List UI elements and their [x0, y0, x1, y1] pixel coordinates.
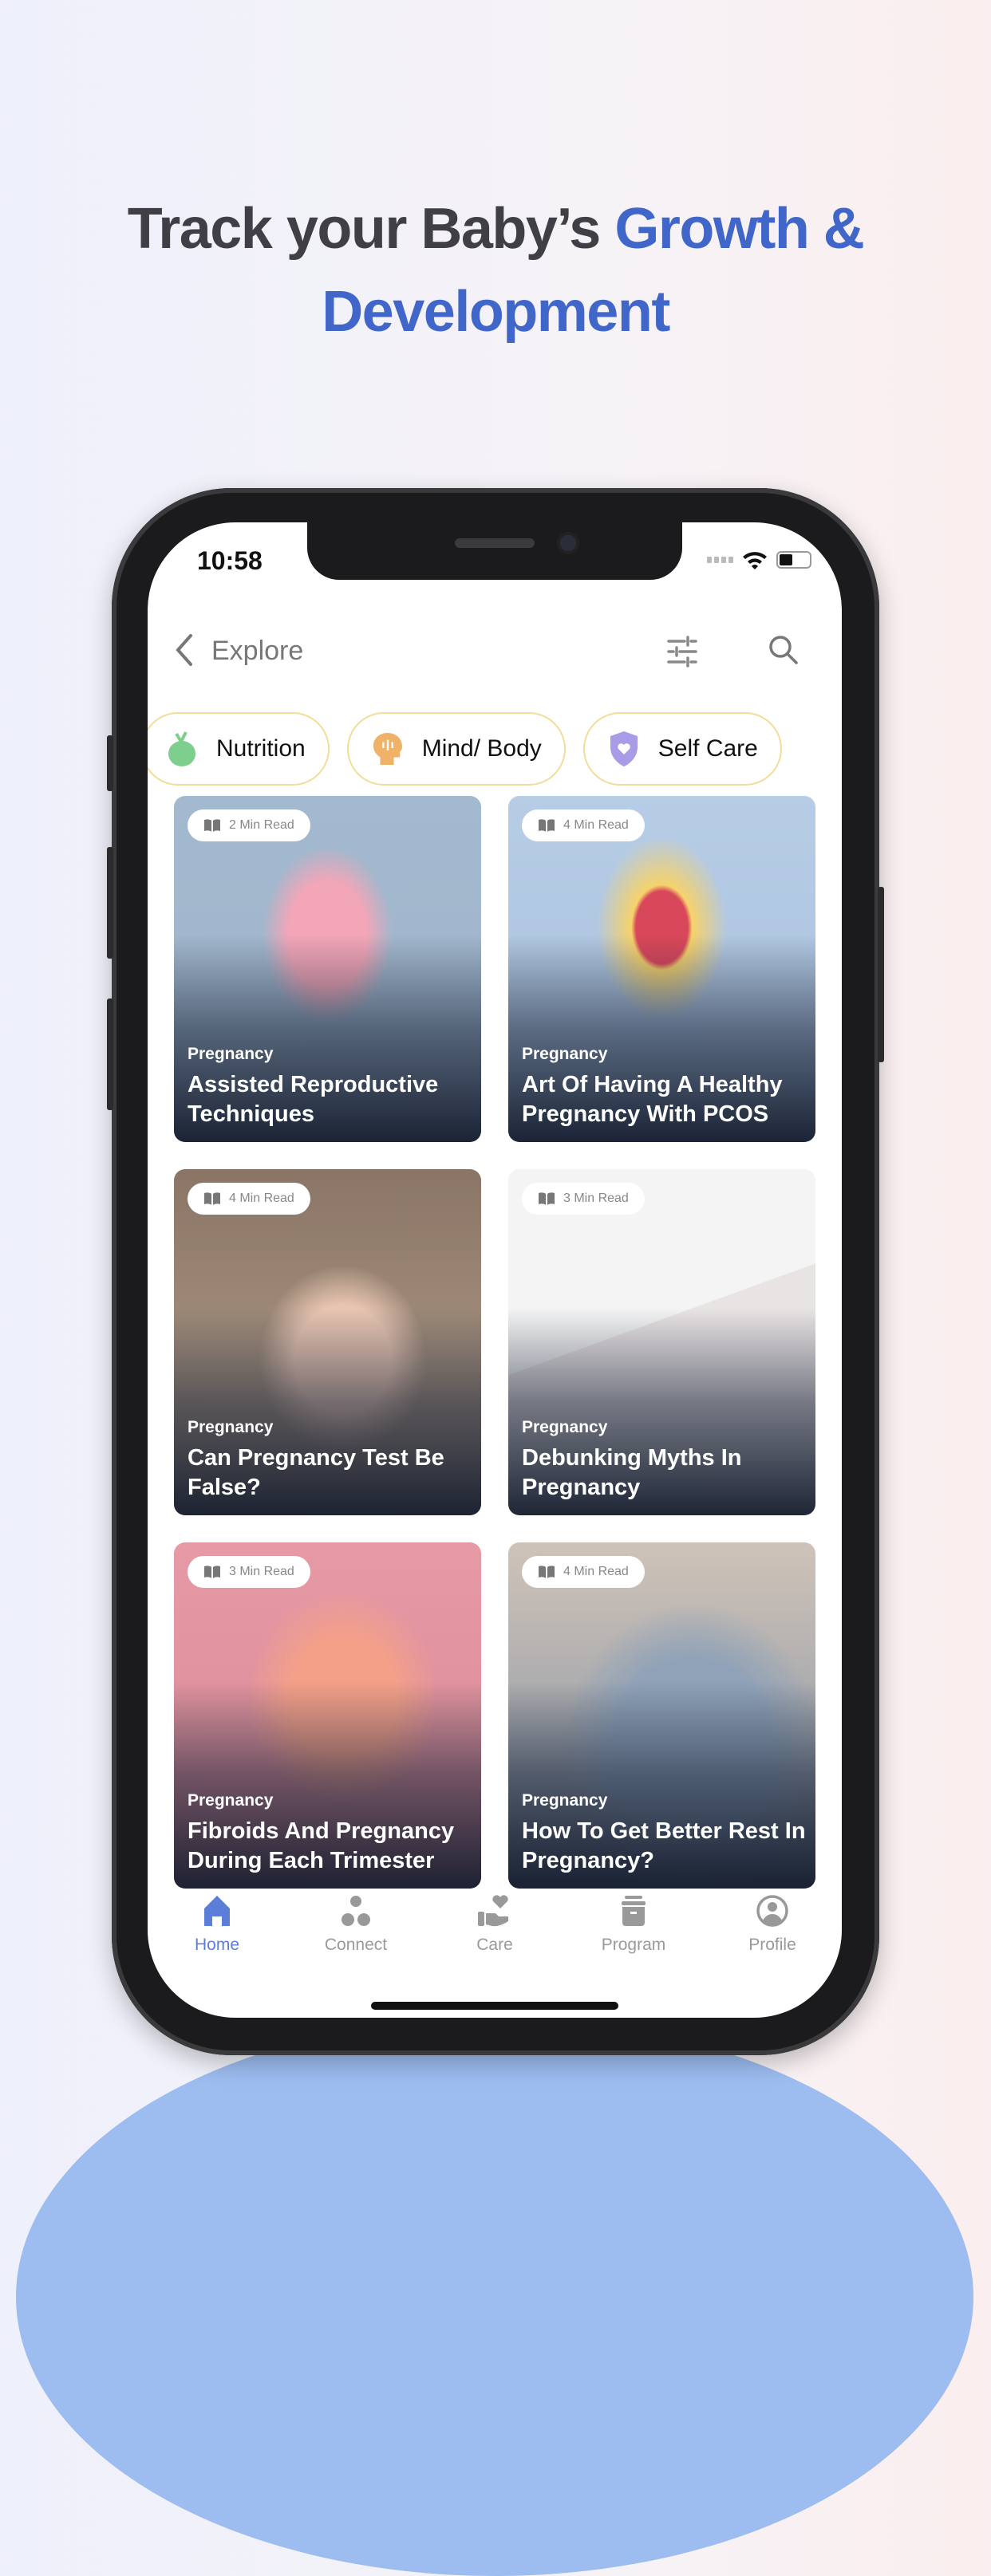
- headline-text: Track your Baby’s: [127, 197, 615, 261]
- book-icon: [539, 819, 555, 832]
- chip-mind-body[interactable]: Mind/ Body: [346, 712, 566, 786]
- article-title: How To Get Better Rest In Pregnancy?: [522, 1818, 806, 1873]
- program-icon: [622, 1896, 646, 1926]
- article-grid: 2 Min Read Pregnancy Assisted Reproducti…: [174, 796, 815, 1889]
- article-card[interactable]: 3 Min Read Pregnancy Fibroids And Pregna…: [174, 1542, 481, 1889]
- tab-label: Profile: [748, 1936, 796, 1954]
- tab-label: Connect: [324, 1936, 388, 1954]
- app-screen: 10:58 Explore Nutrition Mind/ Body Self …: [148, 522, 842, 2018]
- decorative-circle: [16, 2018, 973, 2576]
- read-time-badge: 4 Min Read: [188, 1183, 310, 1215]
- apple-icon: [168, 731, 195, 766]
- tab-care[interactable]: Care: [425, 1894, 564, 1955]
- tab-label: Care: [476, 1936, 513, 1954]
- wifi-icon: [743, 552, 767, 569]
- phone-button: [878, 887, 884, 1062]
- read-time: 3 Min Read: [229, 1565, 294, 1578]
- book-icon: [204, 819, 220, 832]
- profile-icon: [756, 1895, 788, 1927]
- read-time: 3 Min Read: [563, 1191, 629, 1205]
- battery-icon: [776, 551, 811, 569]
- search-icon[interactable]: [766, 632, 801, 668]
- read-time: 4 Min Read: [229, 1191, 294, 1205]
- read-time-badge: 4 Min Read: [522, 809, 645, 841]
- read-time-badge: 3 Min Read: [522, 1183, 645, 1215]
- filter-icon[interactable]: [665, 634, 700, 669]
- article-title: Debunking Myths In Pregnancy: [522, 1445, 742, 1500]
- tab-connect[interactable]: Connect: [286, 1894, 425, 1955]
- article-category: Pregnancy: [188, 1418, 274, 1436]
- tab-profile[interactable]: Profile: [703, 1894, 842, 1955]
- article-card[interactable]: 2 Min Read Pregnancy Assisted Reproducti…: [174, 796, 481, 1142]
- care-icon: [478, 1895, 508, 1927]
- chip-self-care[interactable]: Self Care: [582, 712, 782, 786]
- headline-accent-2: Development: [322, 280, 670, 344]
- headline-accent: Growth &: [614, 197, 864, 261]
- status-icons: [707, 549, 811, 570]
- read-time: 4 Min Read: [563, 818, 629, 832]
- article-title: Art Of Having A Healthy Pregnancy With P…: [522, 1072, 783, 1127]
- page-title: Explore: [211, 636, 304, 666]
- back-button[interactable]: [172, 632, 195, 668]
- head-icon: [373, 733, 402, 765]
- tab-program[interactable]: Program: [564, 1894, 703, 1955]
- notch: [307, 522, 682, 580]
- article-card[interactable]: 4 Min Read Pregnancy Can Pregnancy Test …: [174, 1169, 481, 1515]
- read-time: 2 Min Read: [229, 818, 294, 832]
- home-indicator: [371, 2002, 618, 2010]
- category-chips: Nutrition Mind/ Body Self Care: [148, 712, 782, 786]
- signal-icon: [707, 557, 733, 563]
- article-card[interactable]: 3 Min Read Pregnancy Debunking Myths In …: [508, 1169, 815, 1515]
- book-icon: [539, 1192, 555, 1205]
- article-title: Fibroids And Pregnancy During Each Trime…: [188, 1818, 455, 1873]
- chip-label: Self Care: [657, 735, 758, 762]
- article-title: Can Pregnancy Test Be False?: [188, 1445, 444, 1500]
- phone-button: [107, 735, 113, 791]
- article-card[interactable]: 4 Min Read Pregnancy Art Of Having A Hea…: [508, 796, 815, 1142]
- tab-home[interactable]: Home: [148, 1894, 286, 1955]
- shield-heart-icon: [610, 731, 638, 766]
- status-time: 10:58: [197, 546, 263, 575]
- speaker: [455, 538, 535, 548]
- tab-label: Home: [194, 1936, 240, 1954]
- home-icon: [204, 1896, 230, 1926]
- camera: [557, 532, 579, 554]
- article-category: Pregnancy: [522, 1418, 608, 1436]
- book-icon: [539, 1566, 555, 1578]
- chip-label: Mind/ Body: [421, 735, 542, 762]
- bottom-tab-bar: Home Connect Care Program Profile: [148, 1894, 842, 1955]
- book-icon: [204, 1566, 220, 1578]
- phone-button: [107, 998, 113, 1110]
- article-category: Pregnancy: [522, 1791, 608, 1810]
- chip-label: Nutrition: [216, 735, 306, 762]
- read-time-badge: 2 Min Read: [188, 809, 310, 841]
- article-category: Pregnancy: [188, 1045, 274, 1063]
- article-title: Assisted Reproductive Techniques: [188, 1072, 439, 1127]
- book-icon: [204, 1192, 220, 1205]
- phone-button: [107, 847, 113, 959]
- headline: Track your Baby’s Growth & Development: [0, 187, 991, 353]
- article-category: Pregnancy: [188, 1791, 274, 1810]
- article-category: Pregnancy: [522, 1045, 608, 1063]
- tab-label: Program: [601, 1936, 666, 1954]
- read-time-badge: 3 Min Read: [188, 1556, 310, 1588]
- article-card[interactable]: 4 Min Read Pregnancy How To Get Better R…: [508, 1542, 815, 1889]
- chip-nutrition[interactable]: Nutrition: [148, 712, 330, 786]
- read-time-badge: 4 Min Read: [522, 1556, 645, 1588]
- connect-icon: [342, 1896, 370, 1926]
- read-time: 4 Min Read: [563, 1565, 629, 1578]
- explore-header: Explore: [148, 626, 842, 677]
